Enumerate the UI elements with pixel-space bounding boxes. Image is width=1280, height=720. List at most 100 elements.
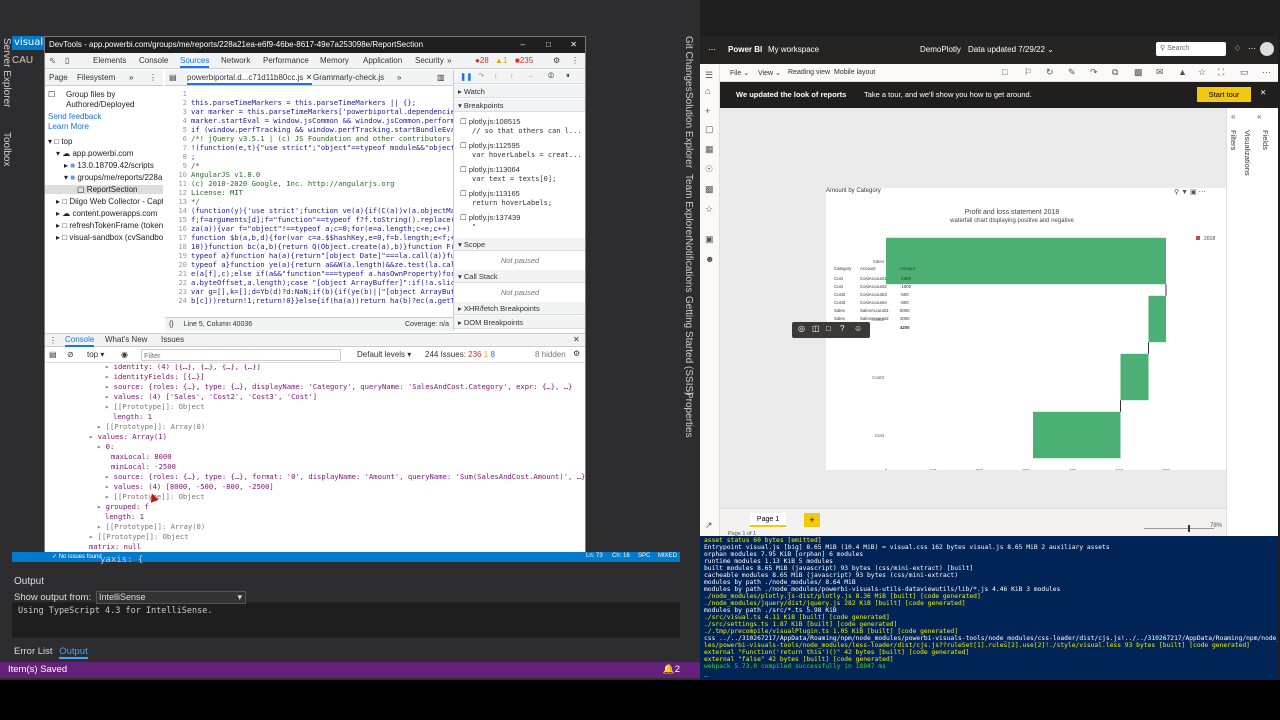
line-number[interactable]: 7: [165, 143, 187, 152]
expand-arrow-icon[interactable]: ▸: [97, 522, 106, 531]
tree-item-visual-sandbox[interactable]: ▸ □ visual-sandbox (cvSandbox: [56, 233, 163, 242]
copy-visual-icon[interactable]: □: [826, 324, 831, 333]
notification-bell-icon[interactable]: 🔔2: [663, 662, 680, 678]
console-log-line[interactable]: ▸ [[Prototype]]: Object: [89, 532, 189, 542]
console-log-line[interactable]: ▸ identity: (4) [{…}, {…}, {…}, {…}]: [105, 364, 261, 372]
close-drawer-icon[interactable]: ✕: [573, 335, 580, 344]
getting-started-tab[interactable]: Getting Started (SSIS): [683, 296, 694, 396]
drawer-menu-icon[interactable]: ⋮: [49, 336, 57, 345]
line-number[interactable]: 5: [165, 125, 187, 134]
eye-icon[interactable]: ◉: [121, 350, 128, 359]
expand-arrow-icon[interactable]: ▸: [105, 482, 114, 491]
clear-console-icon[interactable]: ⊘: [67, 350, 74, 359]
log-levels-dropdown[interactable]: Default levels ▾: [357, 350, 411, 359]
copy-icon[interactable]: ⧉: [1112, 67, 1118, 78]
line-number[interactable]: 11: [165, 179, 187, 188]
breakpoint-item[interactable]: ☐ plotly.js:113165: [460, 189, 520, 198]
console-log-line[interactable]: ▸ values: Array(1): [89, 432, 167, 442]
console-log-line[interactable]: ▸ grouped: f: [97, 502, 149, 512]
watch-section-header[interactable]: ▸ Watch: [454, 85, 585, 98]
device-toolbar-icon[interactable]: ▯: [65, 56, 69, 65]
kebab-icon[interactable]: ⋮: [149, 73, 157, 82]
source-tab-grammarly[interactable]: Grammarly-check.js: [313, 73, 384, 82]
inspect-icon[interactable]: ⬁: [49, 56, 56, 65]
more-icon[interactable]: »: [129, 73, 133, 82]
my-workspace-icon[interactable]: ☻: [705, 254, 714, 264]
line-number[interactable]: 19: [165, 251, 187, 260]
expand-arrow-icon[interactable]: ▸: [97, 442, 106, 451]
metrics-icon[interactable]: ☉: [705, 164, 713, 175]
pause-icon[interactable]: ❚❚: [460, 72, 473, 81]
breakpoint-item[interactable]: ☐ plotly.js:108515: [460, 117, 520, 126]
vs-editor-tab-2[interactable]: CAU: [12, 55, 42, 67]
line-number[interactable]: 12: [165, 188, 187, 197]
breakpoint-checkbox[interactable]: ☐: [460, 117, 469, 126]
console-log-line[interactable]: minLocal: -2500: [111, 462, 176, 472]
properties-tab[interactable]: Properties: [683, 392, 694, 438]
breakpoints-section-header[interactable]: ▾ Breakpoints: [454, 99, 585, 112]
terminal-output[interactable]: asset status 60 bytes [emitted] Entrypoin…: [700, 536, 1278, 680]
toggle-navigator-icon[interactable]: ▤: [169, 73, 177, 82]
line-number[interactable]: 10: [165, 170, 187, 179]
visualizations-pane-tab[interactable]: Visualizations: [1243, 130, 1252, 176]
line-number[interactable]: 13: [165, 197, 187, 206]
tab-console[interactable]: Console: [139, 56, 168, 65]
console-log-line[interactable]: length: 1: [105, 512, 144, 522]
waterfall-bar-cost[interactable]: [1033, 411, 1121, 459]
tree-item-scripts[interactable]: ▸ ■ 13.0.18709.42/scripts: [64, 161, 154, 170]
source-code-editor[interactable]: 1 2 this.parseTimeMarkers = this.parseTime…: [165, 87, 453, 317]
favorite-icon[interactable]: ☆: [1198, 67, 1206, 78]
console-settings-icon[interactable]: ⚙: [573, 349, 580, 358]
scope-section-header[interactable]: ▾ Scope: [454, 238, 585, 251]
expand-icon[interactable]: ↗: [705, 520, 713, 531]
add-page-button[interactable]: +: [804, 513, 820, 527]
menu-reading-view[interactable]: Reading view: [788, 69, 830, 76]
tree-item-powerapps[interactable]: ▸ ☁ content.powerapps.com: [56, 209, 157, 218]
error-count-badge[interactable]: ●28: [475, 56, 489, 65]
format-icon[interactable]: {}: [165, 321, 174, 328]
subscribe-icon[interactable]: ✉: [1156, 67, 1164, 78]
console-log-line[interactable]: ▸ [[Prototype]]: Array(0): [97, 522, 205, 532]
more-icon[interactable]: ⋯: [1262, 67, 1271, 78]
menu-view[interactable]: View ⌄: [758, 69, 781, 77]
more-tabs-icon[interactable]: »: [447, 56, 451, 65]
console-filter-input[interactable]: [141, 349, 341, 361]
breakpoint-checkbox[interactable]: ☐: [460, 213, 469, 222]
line-number[interactable]: 23: [165, 287, 187, 296]
line-number[interactable]: 3: [165, 107, 187, 116]
maximize-icon[interactable]: □: [546, 37, 551, 53]
export-icon[interactable]: ▲: [1178, 67, 1187, 77]
home-icon[interactable]: ⌂: [705, 86, 710, 96]
toggle-debugger-icon[interactable]: ▥: [437, 73, 445, 82]
share-icon[interactable]: ↷: [1090, 67, 1098, 78]
dom-breakpoints-header[interactable]: ▸ DOM Breakpoints: [454, 316, 585, 329]
refresh-icon[interactable]: ↻: [1046, 67, 1054, 78]
tab-output[interactable]: Output: [59, 646, 88, 659]
console-log-line[interactable]: maxLocal: 8000: [111, 452, 172, 462]
console-log-line[interactable]: ▸ [[Prototype]]: Array(0): [97, 422, 205, 432]
git-changes-tab[interactable]: Git Changes: [683, 36, 694, 92]
team-explorer-tab[interactable]: Team Explorer: [683, 174, 694, 238]
nav-tab-page[interactable]: Page: [49, 73, 68, 82]
kebab-menu-icon[interactable]: ⋮: [571, 56, 579, 65]
output-source-select[interactable]: IntelliSense ▾: [96, 591, 246, 604]
line-number[interactable]: 9: [165, 161, 187, 170]
fields-pane-tab[interactable]: Fields: [1261, 130, 1270, 150]
tree-item-refresh-token[interactable]: ▸ □ refreshTokenFrame (tokenF: [56, 221, 163, 230]
waterfall-bar-cost2[interactable]: [1148, 295, 1167, 343]
issues-count-badge[interactable]: ■235: [515, 56, 533, 65]
close-banner-icon[interactable]: ✕: [1260, 88, 1266, 97]
bookmark-icon[interactable]: ⚐: [1024, 67, 1032, 78]
step-out-icon[interactable]: ↑: [510, 71, 514, 80]
teams-icon[interactable]: ▩: [1134, 67, 1143, 78]
line-number[interactable]: 4: [165, 116, 187, 125]
filters-pane-tab[interactable]: Filters: [1229, 130, 1238, 150]
app-launcher-icon[interactable]: ⋯: [708, 45, 716, 54]
page-tab-1[interactable]: Page 1: [750, 513, 786, 527]
learn-more-link[interactable]: Learn More: [48, 122, 89, 131]
tab-network[interactable]: Network: [221, 56, 250, 65]
console-log-line[interactable]: ▸ values: (4) ['Sales', 'Cost2', 'Cost3'…: [105, 392, 317, 402]
tab-error-list[interactable]: Error List: [14, 646, 53, 657]
workspaces-icon[interactable]: ▣: [705, 234, 714, 245]
app-name[interactable]: Power BI: [728, 45, 762, 54]
